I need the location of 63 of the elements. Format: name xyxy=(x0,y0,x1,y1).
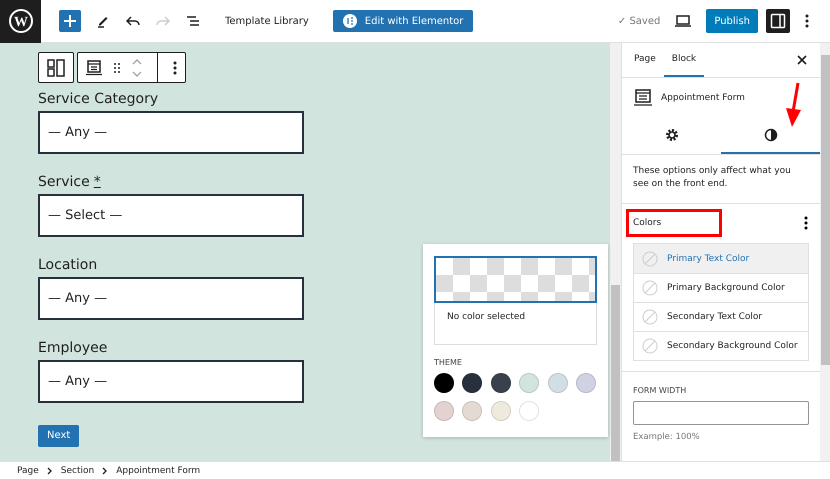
gear-icon xyxy=(664,128,678,142)
color-swatch[interactable] xyxy=(576,373,596,393)
color-swatch[interactable] xyxy=(462,401,482,421)
color-swatch[interactable] xyxy=(434,373,454,393)
scrollbar[interactable] xyxy=(820,43,830,461)
more-options-icon[interactable] xyxy=(172,60,178,76)
breadcrumb-link[interactable]: Page xyxy=(17,466,39,476)
no-color-icon xyxy=(642,250,658,267)
edit-with-elementor-button[interactable]: Edit with Elementor xyxy=(332,10,474,32)
breadcrumb-link[interactable]: Appointment Form xyxy=(116,466,200,476)
close-icon[interactable] xyxy=(796,54,808,66)
saved-status: ✓ Saved xyxy=(618,16,660,26)
color-option[interactable]: Primary Text Color xyxy=(634,244,808,274)
drag-handle-icon[interactable] xyxy=(113,62,121,74)
wordpress-logo[interactable]: W xyxy=(0,0,41,42)
color-value-text: No color selected xyxy=(446,311,526,324)
color-swatch[interactable] xyxy=(519,401,540,421)
select-field[interactable]: — Any — xyxy=(38,111,304,154)
form-width-field[interactable] xyxy=(633,401,809,426)
color-swatch[interactable] xyxy=(434,401,454,421)
select-field[interactable]: — Select — xyxy=(38,194,304,237)
breadcrumb-link[interactable]: Section xyxy=(60,466,94,476)
more-options-icon[interactable] xyxy=(804,13,810,29)
settings-toggle[interactable] xyxy=(766,9,790,33)
field-label: Service Category xyxy=(38,91,158,107)
select-field[interactable]: — Any — xyxy=(38,360,304,403)
publish-button[interactable]: Publish xyxy=(706,9,758,33)
sidebar-tab[interactable]: Block xyxy=(664,43,704,77)
add-block-button[interactable] xyxy=(59,10,81,32)
field-label: Employee xyxy=(38,340,108,356)
logo-icon: W xyxy=(8,9,32,33)
field-label: Location xyxy=(38,257,98,273)
no-color-icon xyxy=(642,309,658,326)
color-swatch[interactable] xyxy=(519,373,540,393)
field-label: Service xyxy=(38,174,90,190)
scrollbar[interactable] xyxy=(610,43,621,461)
form-width-label: FORM WIDTH xyxy=(633,386,688,396)
color-swatch[interactable] xyxy=(490,401,511,421)
move-arrows-icon[interactable] xyxy=(131,58,143,78)
theme-heading: THEME xyxy=(434,358,463,367)
parent-block-icon[interactable] xyxy=(46,58,66,78)
colors-heading: Colors xyxy=(626,209,722,238)
chevron-icon xyxy=(46,466,53,474)
calendar-icon[interactable] xyxy=(85,58,103,76)
color-swatch[interactable] xyxy=(490,373,511,393)
next-button[interactable]: Next xyxy=(38,424,80,446)
block-name: Appointment Form xyxy=(661,93,745,103)
laptop-icon[interactable] xyxy=(674,13,692,29)
select-field[interactable]: — Any — xyxy=(38,277,304,320)
elementor-icon xyxy=(342,14,357,28)
half-circle-icon xyxy=(764,128,778,142)
document-title[interactable]: Template Library xyxy=(225,16,309,26)
color-swatch[interactable] xyxy=(548,373,568,393)
required-mark: * xyxy=(94,174,101,190)
calendar-icon xyxy=(633,88,653,108)
sidebar-tab[interactable]: Page xyxy=(626,43,664,77)
no-color-icon xyxy=(642,280,658,296)
help-text: Example: 100% xyxy=(633,432,701,442)
more-options-icon[interactable] xyxy=(803,215,809,232)
chevron-icon xyxy=(102,466,108,474)
no-color-icon xyxy=(642,338,658,354)
color-swatch[interactable] xyxy=(462,373,482,393)
plus-icon xyxy=(63,14,77,28)
